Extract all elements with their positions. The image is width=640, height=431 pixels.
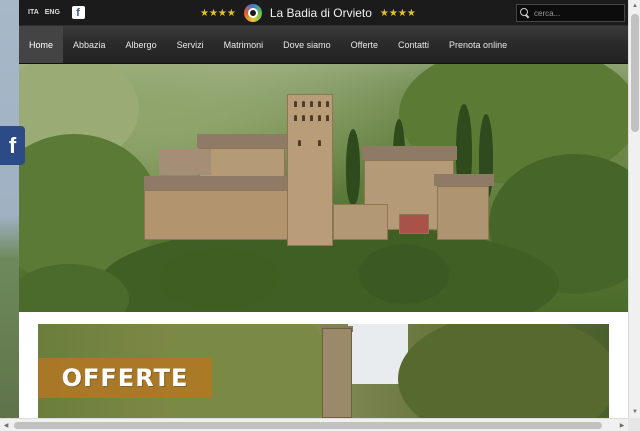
nav-item-offerte[interactable]: Offerte [341,26,388,63]
offers-banner-label[interactable]: OFFERTE [38,358,212,398]
facebook-icon[interactable]: f [71,6,85,19]
scroll-down-arrow-icon[interactable]: ▼ [629,406,640,418]
horizontal-scrollbar[interactable]: ◀ ▶ [0,418,628,431]
top-bar: ITA ENG f ★★★★ La Badia di Orvieto ★★★★ [19,0,628,26]
nav-item-matrimoni[interactable]: Matrimoni [214,26,274,63]
site-container: ITA ENG f ★★★★ La Badia di Orvieto ★★★★ … [19,0,628,418]
vertical-scrollbar[interactable]: ▲ ▼ [628,0,640,418]
scrollbar-corner [628,418,640,431]
content-area: OFFERTE [19,312,628,418]
site-name[interactable]: La Badia di Orvieto [270,6,372,20]
stars-left: ★★★★ [200,7,236,19]
banner-tower-image [322,328,352,418]
nav-item-albergo[interactable]: Albergo [116,26,167,63]
nav-item-home[interactable]: Home [19,26,64,63]
main-nav: Home Abbazia Albergo Servizi Matrimoni D… [19,26,628,64]
nav-item-servizi[interactable]: Servizi [167,26,214,63]
search-box [516,4,625,22]
nav-item-contatti[interactable]: Contatti [388,26,439,63]
language-eng-link[interactable]: ENG [45,9,60,16]
nav-item-prenota-online[interactable]: Prenota online [439,26,517,63]
scroll-left-arrow-icon[interactable]: ◀ [0,419,12,431]
nav-item-abbazia[interactable]: Abbazia [63,26,116,63]
offers-banner[interactable]: OFFERTE [38,324,609,418]
nav-item-dove-siamo[interactable]: Dove siamo [273,26,341,63]
vertical-scroll-thumb[interactable] [631,14,639,132]
search-icon[interactable] [520,8,530,18]
hero-image-abbey [19,64,628,312]
horizontal-scroll-thumb[interactable] [14,422,602,429]
stars-right: ★★★★ [379,7,416,19]
language-ita-link[interactable]: ITA [28,9,39,16]
brand: ★★★★ La Badia di Orvieto ★★★★ [200,0,416,26]
language-switcher: ITA ENG [28,9,60,16]
logo-icon[interactable] [243,4,262,22]
offers-title: OFFERTE [61,364,189,392]
scroll-up-arrow-icon[interactable]: ▲ [629,0,640,12]
scroll-right-arrow-icon[interactable]: ▶ [616,419,628,431]
facebook-glyph: f [8,132,17,158]
background-left-edge [0,0,19,431]
facebook-side-tab-icon[interactable]: f [0,126,25,165]
search-input[interactable] [534,8,614,18]
